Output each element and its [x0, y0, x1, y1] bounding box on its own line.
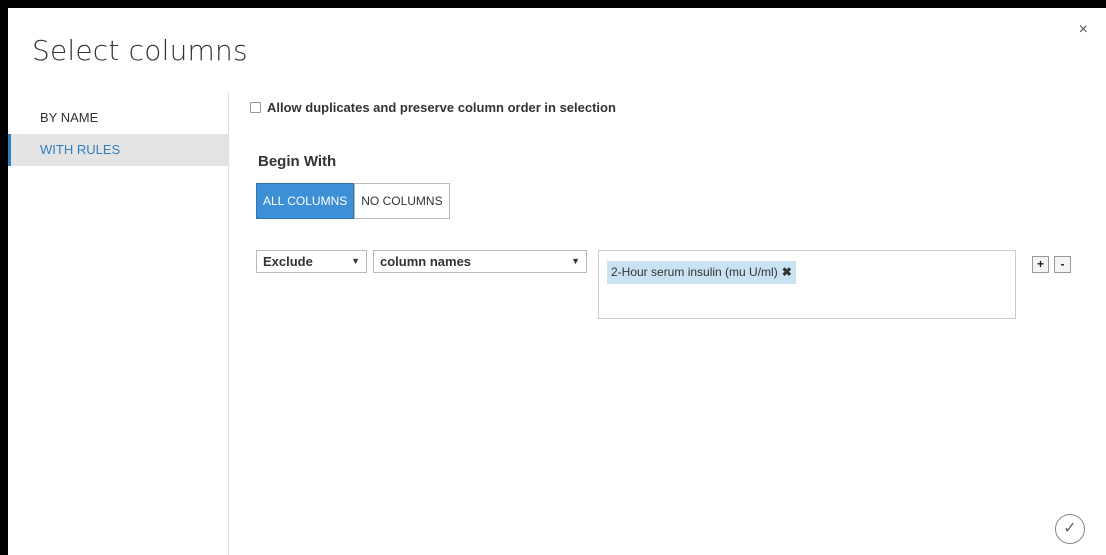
select-columns-dialog: Select columns × BY NAME WITH RULES Allo…: [8, 8, 1106, 555]
column-tag: 2-Hour serum insulin (mu U/ml) ✖: [607, 261, 796, 284]
rule-criteria-value: column names: [380, 254, 472, 269]
allow-duplicates-label: Allow duplicates and preserve column ord…: [267, 100, 616, 115]
column-tag-input[interactable]: 2-Hour serum insulin (mu U/ml) ✖: [598, 250, 1016, 319]
all-columns-button[interactable]: ALL COLUMNS: [256, 183, 355, 219]
sidebar-item-by-name[interactable]: BY NAME: [8, 102, 228, 134]
close-icon[interactable]: ×: [1079, 22, 1088, 38]
dialog-title: Select columns: [32, 34, 248, 67]
chevron-down-icon: ▼: [351, 256, 360, 266]
remove-tag-icon[interactable]: ✖: [782, 265, 792, 279]
rule-action-select[interactable]: Exclude ▼: [256, 250, 367, 273]
begin-with-toggle: ALL COLUMNS NO COLUMNS: [256, 183, 450, 219]
column-tag-label: 2-Hour serum insulin (mu U/ml): [611, 265, 778, 279]
rule-action-value: Exclude: [263, 254, 313, 269]
sidebar-divider: [228, 92, 229, 555]
checkmark-circle-icon[interactable]: ✓: [1055, 514, 1085, 544]
begin-with-heading: Begin With: [258, 153, 337, 170]
allow-duplicates-checkbox[interactable]: [250, 102, 261, 113]
sidebar: BY NAME WITH RULES: [8, 92, 228, 555]
add-rule-button[interactable]: +: [1032, 256, 1049, 273]
no-columns-button[interactable]: NO COLUMNS: [354, 183, 450, 219]
sidebar-item-with-rules[interactable]: WITH RULES: [8, 134, 228, 166]
allow-duplicates-option: Allow duplicates and preserve column ord…: [250, 100, 616, 115]
remove-rule-button[interactable]: -: [1054, 256, 1071, 273]
chevron-down-icon: ▼: [571, 256, 580, 266]
rule-criteria-select[interactable]: column names ▼: [373, 250, 587, 273]
